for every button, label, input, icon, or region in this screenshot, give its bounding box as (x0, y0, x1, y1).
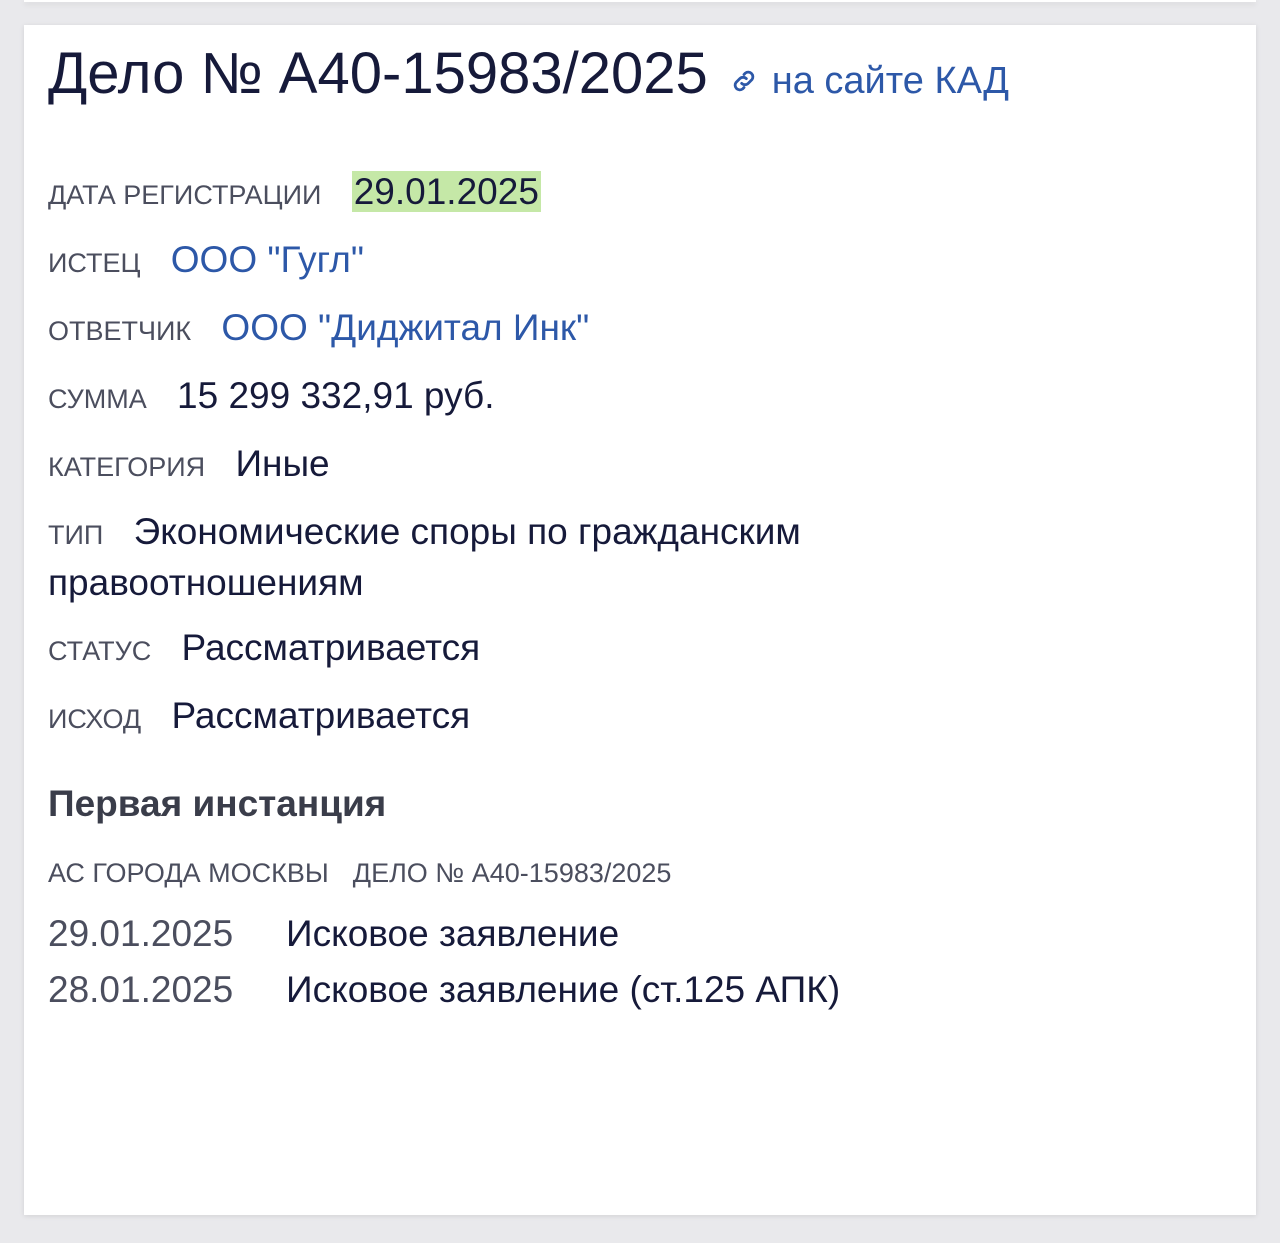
registration-date-value: 29.01.2025 (351, 171, 541, 212)
defendant-link[interactable]: ООО "Диджитал Инк" (221, 307, 589, 348)
kad-link-label[interactable]: на сайте КАД (772, 60, 1009, 103)
defendant-label: ОТВЕТЧИК (48, 316, 192, 346)
court-line: АС ГОРОДА МОСКВЫ ДЕЛО № А40-15983/2025 (48, 858, 671, 889)
amount-row: СУММА 15 299 332,91 руб. (48, 372, 1048, 423)
amount-value: 15 299 332,91 руб. (177, 375, 495, 416)
registration-date-row: ДАТА РЕГИСТРАЦИИ 29.01.2025 (48, 168, 1048, 219)
outcome-row: ИСХОД Рассматривается (48, 692, 1048, 743)
case-header: Дело № А40-15983/2025 на сайте КАД (48, 40, 1009, 107)
event-date: 29.01.2025 (48, 913, 234, 954)
registration-date-label: ДАТА РЕГИСТРАЦИИ (48, 180, 322, 210)
category-value: Иные (235, 443, 330, 484)
event-date: 28.01.2025 (48, 969, 234, 1010)
outcome-label: ИСХОД (48, 704, 142, 734)
type-row: ТИП Экономические споры по гражданским п… (48, 508, 1048, 607)
status-row: СТАТУС Рассматривается (48, 624, 1048, 675)
plaintiff-label: ИСТЕЦ (48, 248, 141, 278)
court-name: АС ГОРОДА МОСКВЫ (48, 858, 329, 888)
events-list: 29.01.2025 Исковое заявление 28.01.2025 … (48, 906, 840, 1018)
event-row[interactable]: 28.01.2025 Исковое заявление (ст.125 АПК… (48, 962, 840, 1018)
previous-card-edge (24, 0, 1256, 2)
plaintiff-row: ИСТЕЦ ООО "Гугл" (48, 236, 1048, 287)
status-value: Рассматривается (181, 627, 481, 668)
amount-label: СУММА (48, 384, 147, 414)
kad-link[interactable]: на сайте КАД (730, 60, 1009, 103)
outcome-value: Рассматривается (171, 695, 471, 736)
court-case-ref: ДЕЛО № А40-15983/2025 (352, 858, 672, 888)
type-label: ТИП (48, 520, 104, 550)
category-label: КАТЕГОРИЯ (48, 452, 206, 482)
case-fields: ДАТА РЕГИСТРАЦИИ 29.01.2025 ИСТЕЦ ООО "Г… (48, 168, 1048, 760)
event-description: Исковое заявление (ст.125 АПК) (286, 969, 841, 1010)
plaintiff-link[interactable]: ООО "Гугл" (171, 239, 364, 280)
type-value: Экономические споры по гражданским право… (48, 511, 801, 603)
defendant-row: ОТВЕТЧИК ООО "Диджитал Инк" (48, 304, 1048, 355)
event-description: Исковое заявление (286, 913, 620, 954)
link-icon (730, 62, 758, 92)
category-row: КАТЕГОРИЯ Иные (48, 440, 1048, 491)
event-row[interactable]: 29.01.2025 Исковое заявление (48, 906, 840, 962)
first-instance-title: Первая инстанция (48, 783, 387, 824)
case-title: Дело № А40-15983/2025 (48, 41, 708, 106)
status-label: СТАТУС (48, 636, 152, 666)
